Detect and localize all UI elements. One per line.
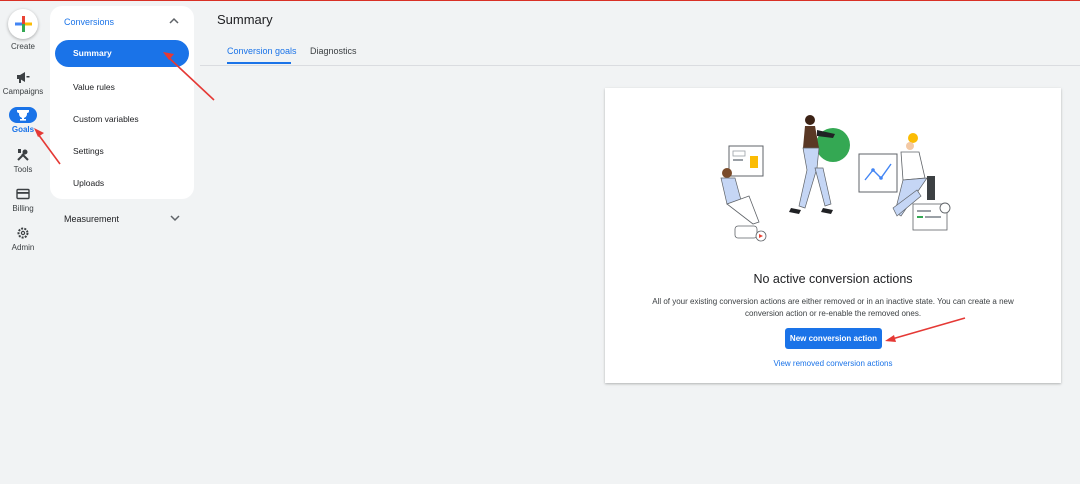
nav-item-summary[interactable]: Summary — [55, 40, 189, 67]
top-accent-line — [0, 0, 1080, 1]
rail-label-admin: Admin — [11, 243, 35, 252]
nav-item-custom-variables[interactable]: Custom variables — [73, 114, 139, 124]
tab-conversion-goals[interactable]: Conversion goals — [227, 46, 297, 56]
rail-item-admin[interactable]: Admin — [0, 225, 46, 252]
rail-label-tools: Tools — [13, 165, 33, 174]
people-working-illustration — [720, 115, 951, 242]
gear-icon — [17, 227, 29, 239]
chevron-up-icon[interactable] — [168, 16, 180, 26]
rail-item-goals[interactable]: Goals — [0, 107, 46, 134]
conversions-subnav: Conversions Summary Value rules Custom v… — [50, 6, 194, 199]
plus-icon — [15, 16, 32, 32]
subnav-header-conversions[interactable]: Conversions — [64, 17, 114, 27]
rail-item-tools[interactable]: Tools — [0, 147, 46, 174]
nav-item-value-rules[interactable]: Value rules — [73, 82, 115, 92]
nav-item-summary-label: Summary — [73, 48, 112, 58]
create-button[interactable] — [8, 9, 38, 39]
view-removed-conversion-actions-link[interactable]: View removed conversion actions — [605, 359, 1061, 368]
create-label: Create — [10, 42, 35, 51]
megaphone-icon — [17, 72, 30, 83]
chevron-down-icon[interactable] — [169, 213, 181, 223]
empty-state-title: No active conversion actions — [753, 272, 913, 286]
new-conversion-action-button[interactable]: New conversion action — [785, 328, 882, 349]
credit-card-icon — [16, 188, 30, 200]
nav-item-uploads[interactable]: Uploads — [73, 178, 104, 188]
trophy-icon — [17, 110, 29, 121]
active-tab-indicator — [227, 62, 291, 64]
nav-section-measurement[interactable]: Measurement — [64, 214, 119, 224]
rail-label-billing: Billing — [12, 204, 34, 213]
empty-state-card: No active conversion actions All of your… — [605, 88, 1061, 383]
goals-active-pill — [9, 107, 37, 123]
page-title: Summary — [217, 12, 273, 27]
rail-item-billing[interactable]: Billing — [0, 186, 46, 213]
tabs-divider — [200, 65, 1080, 66]
nav-item-settings[interactable]: Settings — [73, 146, 104, 156]
rail-label-campaigns: Campaigns — [2, 87, 44, 96]
empty-state-description: All of your existing conversion actions … — [652, 297, 1014, 318]
rail-item-campaigns[interactable]: Campaigns — [0, 69, 46, 96]
tools-icon — [17, 149, 29, 161]
rail-label-goals: Goals — [11, 125, 35, 134]
tab-diagnostics[interactable]: Diagnostics — [310, 46, 357, 56]
left-rail: Create Campaigns Goals Tools Billing Adm… — [0, 0, 46, 484]
